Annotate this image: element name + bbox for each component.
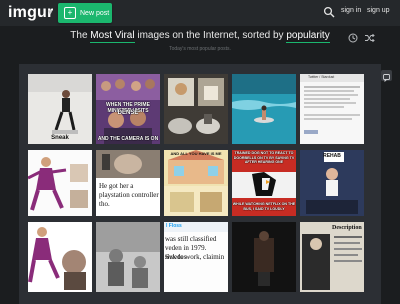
headline-middle: images on the Internet, sorted by: [137, 30, 284, 41]
shuffle-icon[interactable]: [364, 33, 375, 43]
post-caption: Description: [332, 225, 362, 231]
imgur-logo[interactable]: imgur: [8, 4, 53, 22]
post-tile[interactable]: Description: [300, 222, 364, 292]
post-thumbnail: [164, 150, 228, 216]
post-thumbnail: [232, 74, 296, 144]
post-caption-top: TRAINED DOG NOT TO REACT TO DOORBELLS ON…: [233, 151, 295, 164]
post-thumbnail: [28, 74, 92, 144]
post-tile[interactable]: [28, 222, 92, 292]
sign-up-link[interactable]: sign up: [367, 7, 390, 14]
post-tile[interactable]: [28, 150, 92, 216]
post-caption: Sneak: [51, 135, 69, 141]
post-caption-mid: DENSE: [117, 110, 139, 116]
sort-by-dropdown[interactable]: popularity: [286, 30, 330, 43]
post-tile[interactable]: [232, 74, 296, 144]
post-caption-bottom: AND THE CAMERA IS ON: [97, 136, 159, 142]
headline-prefix: The: [70, 30, 88, 41]
post-thumbnail: [96, 222, 160, 292]
post-tile[interactable]: TRAINED DOG NOT TO REACT TO DOORBELLS ON…: [232, 150, 296, 216]
clock-icon[interactable]: [348, 33, 358, 43]
post-caption: REHAB: [323, 153, 341, 159]
post-thumbnail: [28, 150, 92, 216]
chevron-down-icon[interactable]: ▾: [48, 7, 53, 18]
new-post-button[interactable]: + New post: [58, 3, 112, 23]
post-tile[interactable]: [164, 74, 228, 144]
post-tile[interactable]: Twitter / Stardust: [300, 74, 364, 144]
chat-icon[interactable]: [381, 70, 392, 83]
post-thumbnail: [300, 150, 364, 216]
post-caption: Twitter / Stardust: [308, 75, 335, 79]
post-caption: He got her a playstation controller tho.: [99, 182, 159, 208]
post-caption: AND ALL YOU HAVE IS ME: [170, 151, 222, 156]
post-caption-bottom: WHILE WATCHING NETFLIX ON THE BUS, I SAI…: [232, 202, 296, 211]
post-thumbnail: [28, 222, 92, 292]
post-tile[interactable]: [232, 222, 296, 292]
top-navigation-bar: imgur ▾ + New post sign in sign up: [0, 0, 400, 26]
post-thumbnail: [232, 222, 296, 292]
plus-icon: +: [64, 7, 76, 19]
search-icon[interactable]: [323, 6, 335, 18]
post-thumbnail: [164, 74, 228, 144]
post-tile[interactable]: [96, 222, 160, 292]
post-tile[interactable]: WHEN THE PRIME MINISTER VISITS DENSE AND…: [96, 74, 160, 144]
post-caption-a: l Floss: [166, 223, 182, 229]
page-headline: The Most Viral images on the Internet, s…: [0, 30, 400, 43]
sign-in-link[interactable]: sign in: [341, 7, 361, 14]
post-tile[interactable]: REHAB: [300, 150, 364, 216]
post-tile[interactable]: AND ALL YOU HAVE IS ME: [164, 150, 228, 216]
sort-mode-dropdown[interactable]: Most Viral: [90, 30, 135, 43]
new-post-label: New post: [80, 9, 110, 17]
post-tile[interactable]: He got her a playstation controller tho.: [96, 150, 160, 216]
page-subtitle: Today's most popular posts.: [169, 46, 231, 52]
post-caption-b: was still classified: [165, 235, 217, 243]
post-caption-d: sick to work, claimin: [165, 253, 225, 261]
post-thumbnail: [300, 74, 364, 144]
post-tile[interactable]: l Floss was still classified veden in 19…: [164, 222, 228, 292]
post-tile[interactable]: Sneak: [28, 74, 92, 144]
